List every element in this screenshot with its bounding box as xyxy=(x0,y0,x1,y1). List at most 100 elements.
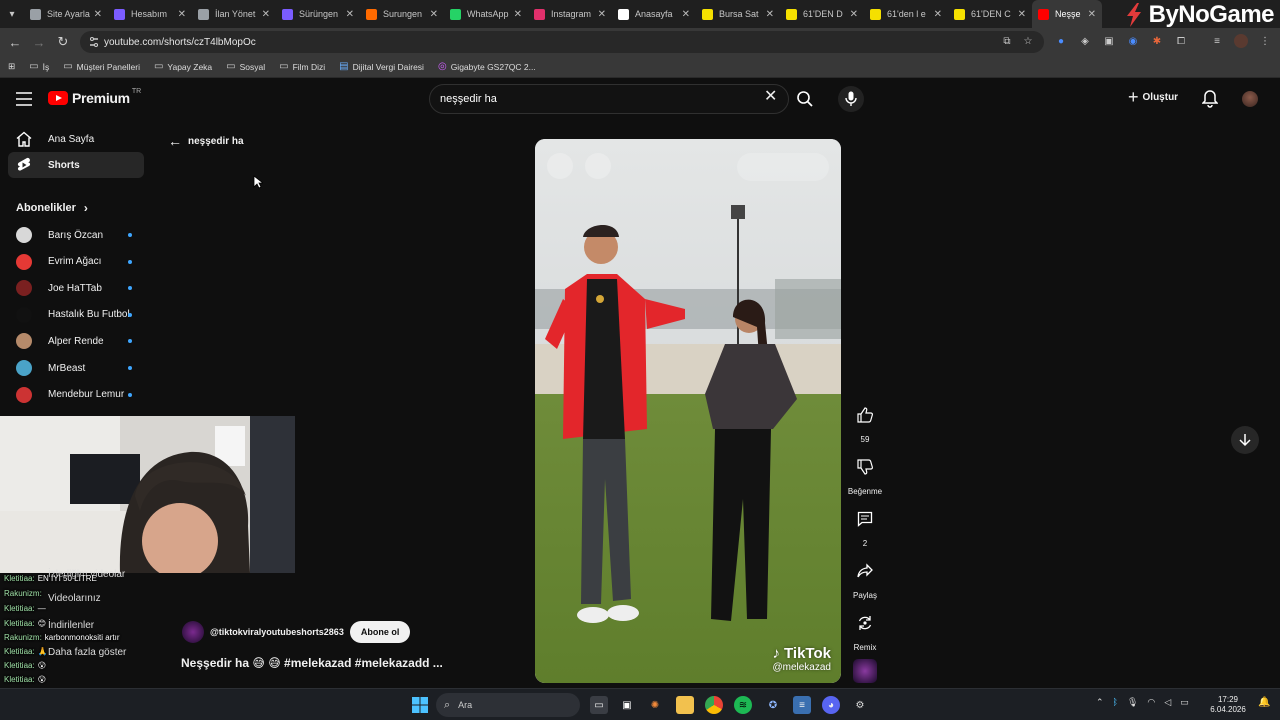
voice-search-button[interactable] xyxy=(838,86,864,112)
close-tab-icon[interactable]: ✕ xyxy=(1018,9,1026,20)
browser-tab[interactable]: Bursa Sat ✕ xyxy=(696,0,780,28)
file-explorer-icon[interactable] xyxy=(676,696,694,714)
subscriptions-heading[interactable]: Abonelikler › xyxy=(16,201,88,215)
browser-tab[interactable]: 61'DEN D ✕ xyxy=(780,0,864,28)
bookmark-folder[interactable]: ▭ İş xyxy=(29,61,49,72)
reading-list-icon[interactable]: ≡ xyxy=(1210,34,1224,48)
windows-start-icon[interactable] xyxy=(412,697,428,713)
wifi-icon[interactable]: ◠ xyxy=(1147,697,1155,708)
app-icon[interactable]: ▣ xyxy=(618,696,636,714)
app-icon[interactable]: ⚙ xyxy=(851,696,869,714)
profile-avatar-icon[interactable] xyxy=(1234,34,1248,48)
browser-tab[interactable]: Sürüngen ✕ xyxy=(276,0,360,28)
extension-icon[interactable]: ◉ xyxy=(1126,34,1140,48)
search-icon[interactable] xyxy=(796,90,814,108)
hamburger-menu-icon[interactable] xyxy=(16,92,32,106)
extension-icon[interactable]: ● xyxy=(1054,34,1068,48)
notepad-icon[interactable]: ≡ xyxy=(793,696,811,714)
close-tab-icon[interactable]: ✕ xyxy=(1088,9,1096,20)
create-button[interactable]: + Oluştur xyxy=(1128,88,1178,106)
bluetooth-icon[interactable]: ᛒ xyxy=(1113,697,1118,708)
sound-thumbnail[interactable] xyxy=(853,659,877,683)
sidebar-item-label[interactable]: Daha fazla göster xyxy=(48,647,126,658)
site-info-icon[interactable] xyxy=(88,36,100,48)
close-tab-icon[interactable]: ✕ xyxy=(430,9,438,20)
extension-icon[interactable]: ◈ xyxy=(1078,34,1092,48)
remix-button[interactable]: Remix xyxy=(845,607,885,652)
close-tab-icon[interactable]: ✕ xyxy=(94,9,102,20)
bookmark-folder[interactable]: ▭ Sosyal xyxy=(226,61,265,72)
shorts-video-player[interactable]: ♪ TikTok @melekazad xyxy=(535,139,841,683)
like-button[interactable]: 59 xyxy=(845,399,885,444)
video-title[interactable]: Neşşedir ha 😅 😅 #melekazad #melekazadd .… xyxy=(181,656,443,670)
search-input[interactable]: neşşedir ha xyxy=(429,84,789,114)
browser-tab[interactable]: Site Ayarlar ✕ xyxy=(24,0,108,28)
volume-button[interactable] xyxy=(585,153,611,179)
subscription-item[interactable]: Alper Rende xyxy=(16,329,140,353)
sidebar-item-home[interactable]: Ana Sayfa xyxy=(8,126,144,152)
browser-tab[interactable]: 61'DEN C ✕ xyxy=(948,0,1032,28)
reload-icon[interactable]: ↻ xyxy=(51,30,75,54)
avatar[interactable] xyxy=(1242,91,1258,107)
install-app-icon[interactable]: ⧉ xyxy=(1000,34,1014,48)
back-icon[interactable]: ← xyxy=(3,30,27,54)
next-short-button[interactable] xyxy=(1231,426,1259,454)
app-icon[interactable]: ✺ xyxy=(646,696,664,714)
subscribe-button[interactable]: Abone ol xyxy=(349,621,411,643)
close-tab-icon[interactable]: ✕ xyxy=(346,9,354,20)
channel-name[interactable]: @tiktokviralyoutubeshorts2863 xyxy=(210,627,344,637)
notification-bell-icon[interactable]: 🔔 xyxy=(1258,697,1270,711)
extensions-puzzle-icon[interactable]: ⧠ xyxy=(1174,34,1188,48)
extension-icon[interactable]: ✱ xyxy=(1150,34,1164,48)
bookmark-folder[interactable]: ▭ Yapay Zeka xyxy=(154,61,212,72)
close-tab-icon[interactable]: ✕ xyxy=(514,9,522,20)
dislike-button[interactable]: Beğenme xyxy=(845,451,885,496)
browser-tab[interactable]: WhatsApp ✕ xyxy=(444,0,528,28)
subscription-item[interactable]: Evrim Ağacı xyxy=(16,250,140,274)
bookmark-folder[interactable]: ▭ Müşteri Panelleri xyxy=(63,61,140,72)
browser-tab[interactable]: Anasayfa ✕ xyxy=(612,0,696,28)
notifications-bell-icon[interactable] xyxy=(1202,90,1218,108)
sidebar-item-shorts[interactable]: Shorts xyxy=(8,152,144,178)
menu-kebab-icon[interactable]: ⋮ xyxy=(1258,34,1272,48)
chevron-up-icon[interactable]: ⌃ xyxy=(1096,697,1104,708)
youtube-logo[interactable]: Premium TR xyxy=(48,88,141,106)
browser-tab[interactable]: 61'den l e ✕ xyxy=(864,0,948,28)
pause-button[interactable] xyxy=(547,153,573,179)
bookmark-folder[interactable]: ▭ Film Dizi xyxy=(279,61,325,72)
player-overflow-controls[interactable] xyxy=(737,153,829,181)
close-tab-icon[interactable]: ✕ xyxy=(598,9,606,20)
subscription-item[interactable]: Barış Özcan xyxy=(16,223,140,247)
browser-tab[interactable]: İlan Yönet ✕ xyxy=(192,0,276,28)
share-button[interactable]: Paylaş xyxy=(845,555,885,600)
subscription-item[interactable]: Mendebur Lemur xyxy=(16,383,140,407)
app-icon[interactable]: ✪ xyxy=(764,696,782,714)
browser-tab[interactable]: Neşşe ✕ xyxy=(1032,0,1102,28)
extension-icon[interactable]: ▣ xyxy=(1102,34,1116,48)
browser-tab[interactable]: Surungen ✕ xyxy=(360,0,444,28)
task-view-icon[interactable]: ▭ xyxy=(590,696,608,714)
back-to-search[interactable]: ← neşşedir ha xyxy=(168,133,244,149)
volume-icon[interactable]: ◁ xyxy=(1164,697,1171,708)
taskbar-search-input[interactable]: ⌕ Ara xyxy=(436,693,580,717)
close-tab-icon[interactable]: ✕ xyxy=(682,9,690,20)
sidebar-item-label[interactable]: Videolarınız xyxy=(48,593,101,604)
subscription-item[interactable]: MrBeast xyxy=(16,356,140,380)
bookmark-link[interactable]: ▤ Dijital Vergi Dairesi xyxy=(339,61,424,72)
spotify-icon[interactable]: ≋ xyxy=(734,696,752,714)
microphone-icon[interactable]: 🎙 xyxy=(1127,697,1138,708)
subscription-item[interactable]: Joe HaTTab xyxy=(16,276,140,300)
clear-search-icon[interactable]: ✕ xyxy=(764,89,777,105)
tab-search-icon[interactable]: ▾ xyxy=(0,0,24,28)
taskbar-clock[interactable]: 17:29 6.04.2026 xyxy=(1200,695,1256,715)
battery-icon[interactable]: ▭ xyxy=(1180,697,1189,708)
bookmark-link[interactable]: ◎ Gigabyte GS27QC 2... xyxy=(438,61,536,72)
sidebar-item-label[interactable]: İndirilenler xyxy=(48,620,94,631)
url-input[interactable]: youtube.com/shorts/czT4lbMopOc xyxy=(80,31,1044,53)
apps-grid-icon[interactable]: ⊞ xyxy=(8,61,15,72)
discord-icon[interactable]: ◕ xyxy=(822,696,840,714)
close-tab-icon[interactable]: ✕ xyxy=(178,9,186,20)
close-tab-icon[interactable]: ✕ xyxy=(934,9,942,20)
browser-tab[interactable]: Instagram ✕ xyxy=(528,0,612,28)
browser-tab[interactable]: Hesabım ✕ xyxy=(108,0,192,28)
